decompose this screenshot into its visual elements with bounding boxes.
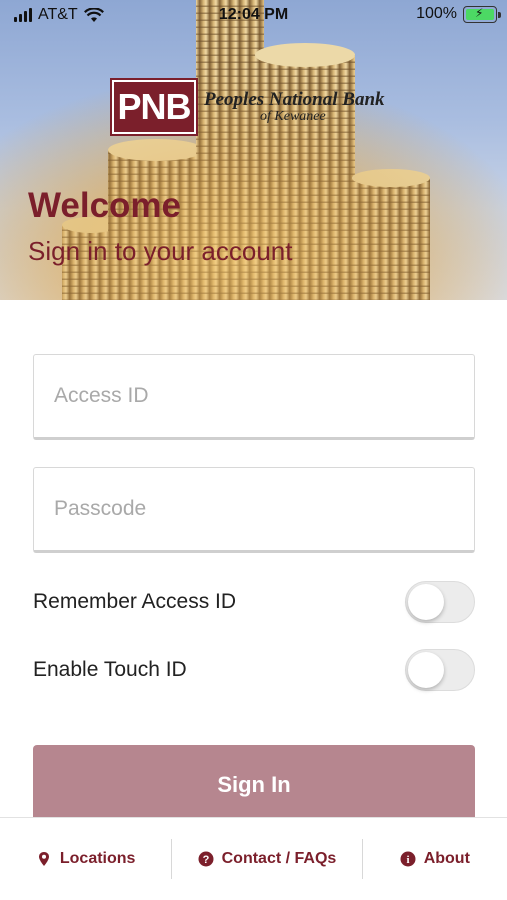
logo-bank-subname: of Kewanee (260, 108, 326, 124)
nav-about[interactable]: i About (363, 839, 507, 879)
remember-access-id-row: Remember Access ID (33, 580, 475, 624)
nav-locations-label: Locations (59, 850, 136, 867)
question-icon: ? (198, 851, 214, 867)
sign-in-button[interactable]: Sign In (33, 745, 475, 825)
enable-touch-id-label: Enable Touch ID (33, 658, 187, 681)
nav-about-label: About (423, 850, 470, 867)
logo-mark: PNB (110, 78, 198, 136)
battery-icon: ⚡ (463, 5, 501, 23)
logo-bank-name: Peoples National Bank (204, 88, 385, 110)
enable-touch-id-toggle[interactable] (405, 649, 475, 691)
status-right: 100% ⚡ (416, 5, 501, 23)
map-pin-icon (38, 852, 49, 866)
remember-access-id-label: Remember Access ID (33, 590, 237, 613)
charging-bolt-icon: ⚡ (475, 5, 484, 20)
remember-access-id-toggle[interactable] (405, 581, 475, 623)
toggle-knob (408, 584, 444, 620)
status-bar: AT&T 12:04 PM 100% ⚡ (0, 0, 507, 32)
logo-wordmark: Peoples National Bank of Kewanee (204, 88, 385, 125)
hero-banner: AT&T 12:04 PM 100% ⚡ PNB Peoples Nationa… (0, 0, 507, 300)
nav-contact-faqs[interactable]: ? Contact / FAQs (172, 839, 361, 879)
bank-logo: PNB Peoples National Bank of Kewanee (110, 78, 385, 136)
passcode-field[interactable] (33, 467, 475, 553)
welcome-title: Welcome (28, 186, 182, 225)
svg-text:i: i (406, 854, 409, 866)
nav-contact-faqs-label: Contact / FAQs (221, 850, 337, 867)
info-icon: i (400, 851, 416, 867)
svg-text:?: ? (202, 854, 209, 866)
welcome-subtitle: Sign in to your account (28, 236, 293, 266)
bottom-nav: Locations ? Contact / FAQs i About (0, 817, 507, 900)
access-id-field[interactable] (33, 354, 475, 440)
access-id-input[interactable] (34, 355, 474, 437)
enable-touch-id-row: Enable Touch ID (33, 648, 475, 692)
battery-percent: 100% (416, 5, 457, 22)
passcode-input[interactable] (34, 468, 474, 550)
nav-locations[interactable]: Locations (0, 839, 171, 879)
toggle-knob (408, 652, 444, 688)
